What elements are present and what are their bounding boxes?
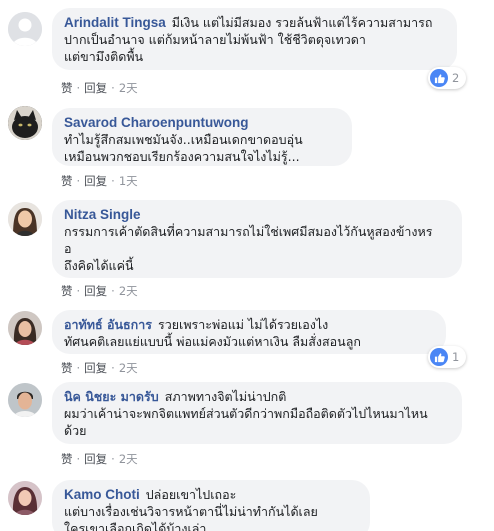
comment-text-line: ทำไมรู้สึกสมเพชมันจัง..เหมือนเดกขาดอบอุ่… — [64, 132, 303, 147]
avatar-default[interactable] — [8, 12, 42, 46]
avatar-photo[interactable] — [8, 311, 42, 345]
comment-text-line: แต่ขามึงติดพื้น — [64, 49, 144, 64]
comment-time[interactable]: 2天 — [119, 451, 138, 467]
comment-thread: Arindalit Tingsa มีเงิน แต่ไม่มีสมอง รวยล… — [0, 0, 494, 531]
like-button[interactable]: 赞 — [61, 283, 73, 299]
comment-author[interactable]: Nitza Single — [64, 206, 444, 223]
comment-author[interactable]: อาทัทธ์ อันธการ — [64, 317, 152, 332]
comment-actions: 赞 · 回复 · 2天 — [61, 80, 138, 96]
comment-author[interactable]: Kamo Choti — [64, 487, 140, 502]
avatar-photo[interactable] — [8, 481, 42, 515]
comment-text-line: เหมือนพวกชอบเรียกร้องความสนใจไงไม่รู้... — [64, 149, 300, 164]
comment-text-line: กรรมการเค้าตัดสินที่ความสามารถไม่ใช่เพศม… — [64, 224, 433, 239]
comment-text-line: รวยเพราะพ่อแม่ ไม่ได้รวยเองไง — [157, 317, 329, 332]
reply-button[interactable]: 回复 — [84, 283, 107, 299]
comment-text-line: อ — [64, 241, 72, 256]
comment-text-line: สภาพทางจิตไม่น่าปกติ — [164, 389, 287, 404]
like-button[interactable]: 赞 — [61, 360, 73, 376]
like-button[interactable]: 赞 — [61, 173, 73, 189]
comment-text-line: ด้วย — [64, 423, 87, 438]
reaction-count-badge[interactable]: 2 — [428, 67, 467, 89]
comment-bubble: Arindalit Tingsa มีเงิน แต่ไม่มีสมอง รวยล… — [52, 8, 457, 70]
comment-time[interactable]: 2天 — [119, 80, 138, 96]
comment-text-line: ถึงคิดได้แค่นี้ — [64, 258, 134, 273]
comment-text-line: ทัศนคติเลยแย่แบบนี้ พ่อแม่คงมัวแต่หาเงิน… — [64, 334, 361, 349]
avatar-cat[interactable] — [8, 106, 42, 140]
like-button[interactable]: 赞 — [61, 451, 73, 467]
reaction-count: 2 — [452, 71, 460, 85]
comment-bubble: Savarod Charoenpuntuwong ทำไมรู้สึกสมเพช… — [52, 108, 352, 166]
comment-bubble: Kamo Choti ปล่อยเขาไปเถอะ แต่บางเรื่องเช่… — [52, 480, 370, 531]
reply-button[interactable]: 回复 — [84, 451, 107, 467]
comment-bubble: Nitza Single กรรมการเค้าตัดสินที่ความสาม… — [52, 200, 462, 278]
comment-bubble: นิค นิชยะ มาดรับ สภาพทางจิตไม่น่าปกติ ผมว… — [52, 382, 462, 444]
reply-button[interactable]: 回复 — [84, 360, 107, 376]
comment-actions: 赞 · 回复 · 1天 — [61, 173, 138, 189]
reply-button[interactable]: 回复 — [84, 173, 107, 189]
comment-text-line: มีเงิน แต่ไม่มีสมอง รวยล้นฟ้าแต่ไร้ความส… — [171, 15, 433, 30]
comment-text-line: ปากเป็นอำนาจ แต่ก้มหน้าลายไม่พ้นฟ้า ใช้ช… — [64, 32, 366, 47]
like-reaction-icon — [430, 348, 448, 366]
comment-author[interactable]: นิค นิชยะ มาดรับ — [64, 389, 159, 404]
comment-actions: 赞 · 回复 · 2天 — [61, 283, 138, 299]
comment-text-line: ผมว่าเค้าน่าจะพกจิตแพทย์ส่วนตัวดีกว่าพกม… — [64, 406, 428, 421]
comment-author[interactable]: Arindalit Tingsa — [64, 15, 166, 30]
avatar-photo[interactable] — [8, 383, 42, 417]
like-button[interactable]: 赞 — [61, 80, 73, 96]
comment-bubble: อาทัทธ์ อันธการ รวยเพราะพ่อแม่ ไม่ได้รวยเ… — [52, 310, 446, 354]
comment-text-line: ใครเขาเลือกเกิดได้บ้างเล่า — [64, 521, 207, 531]
comment-time[interactable]: 1天 — [119, 173, 138, 189]
like-reaction-icon — [430, 69, 448, 87]
comment-actions: 赞 · 回复 · 2天 — [61, 360, 138, 376]
reaction-count-badge[interactable]: 1 — [428, 346, 467, 368]
comment-author[interactable]: Savarod Charoenpuntuwong — [64, 114, 334, 131]
comment-time[interactable]: 2天 — [119, 283, 138, 299]
comment-text-line: แต่บางเรื่องเช่นวิจารหน้าตานี่ไม่น่าทำกั… — [64, 504, 318, 519]
reply-button[interactable]: 回复 — [84, 80, 107, 96]
avatar-photo[interactable] — [8, 202, 42, 236]
reaction-count: 1 — [452, 350, 460, 364]
comment-actions: 赞 · 回复 · 2天 — [61, 451, 138, 467]
comment-text-line: ปล่อยเขาไปเถอะ — [145, 487, 237, 502]
comment-time[interactable]: 2天 — [119, 360, 138, 376]
